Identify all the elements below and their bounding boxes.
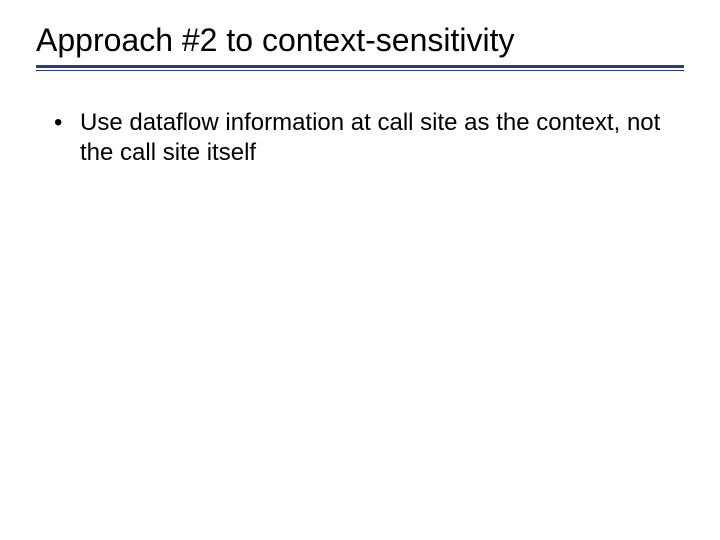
title-rule-thick [36,65,684,68]
title-rule-thin [36,70,684,71]
slide: Approach #2 to context-sensitivity Use d… [0,0,720,540]
slide-body: Use dataflow information at call site as… [50,108,670,168]
list-item: Use dataflow information at call site as… [50,108,670,168]
bullet-list: Use dataflow information at call site as… [50,108,670,168]
slide-title: Approach #2 to context-sensitivity [36,22,684,59]
title-block: Approach #2 to context-sensitivity [36,22,684,71]
